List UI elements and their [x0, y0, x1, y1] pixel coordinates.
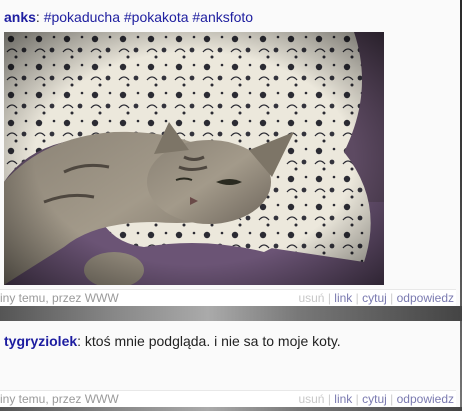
post-actions: usuń | link | cytuj | odpowiedz	[298, 392, 454, 406]
post-entry: anks: #pokaducha #pokakota #anksfoto iny…	[0, 0, 460, 307]
post-meta-bar: iny temu, przez WWW usuń | link | cytuj …	[0, 289, 456, 306]
permalink-link[interactable]: link	[334, 392, 352, 406]
background-strip	[0, 407, 462, 411]
post-timestamp: iny temu, przez WWW	[0, 291, 119, 305]
background-strip	[0, 306, 462, 321]
quote-link[interactable]: cytuj	[362, 392, 387, 406]
quote-link[interactable]: cytuj	[362, 291, 387, 305]
post-hashtags[interactable]: #pokaducha #pokakota #anksfoto	[44, 9, 253, 25]
post-entry: tygryziolek: ktoś mnie podgląda. i nie s…	[0, 321, 460, 408]
post-timestamp: iny temu, przez WWW	[0, 392, 119, 406]
post-text: ktoś mnie podgląda. i nie sa to moje kot…	[84, 333, 341, 349]
delete-link[interactable]: usuń	[298, 291, 324, 305]
author-link[interactable]: tygryziolek	[4, 333, 77, 349]
post-actions: usuń | link | cytuj | odpowiedz	[298, 291, 454, 305]
cat-under-blanket-photo[interactable]	[4, 32, 384, 285]
author-separator: :	[77, 333, 82, 349]
post-header: anks: #pokaducha #pokakota #anksfoto	[4, 8, 454, 26]
post-meta-bar: iny temu, przez WWW usuń | link | cytuj …	[0, 390, 456, 407]
photo-illustration	[4, 32, 384, 285]
delete-link[interactable]: usuń	[298, 392, 324, 406]
author-separator: :	[35, 9, 40, 25]
author-link[interactable]: anks	[4, 9, 36, 25]
permalink-link[interactable]: link	[334, 291, 352, 305]
reply-link[interactable]: odpowiedz	[397, 291, 454, 305]
post-header: tygryziolek: ktoś mnie podgląda. i nie s…	[4, 332, 454, 350]
reply-link[interactable]: odpowiedz	[397, 392, 454, 406]
